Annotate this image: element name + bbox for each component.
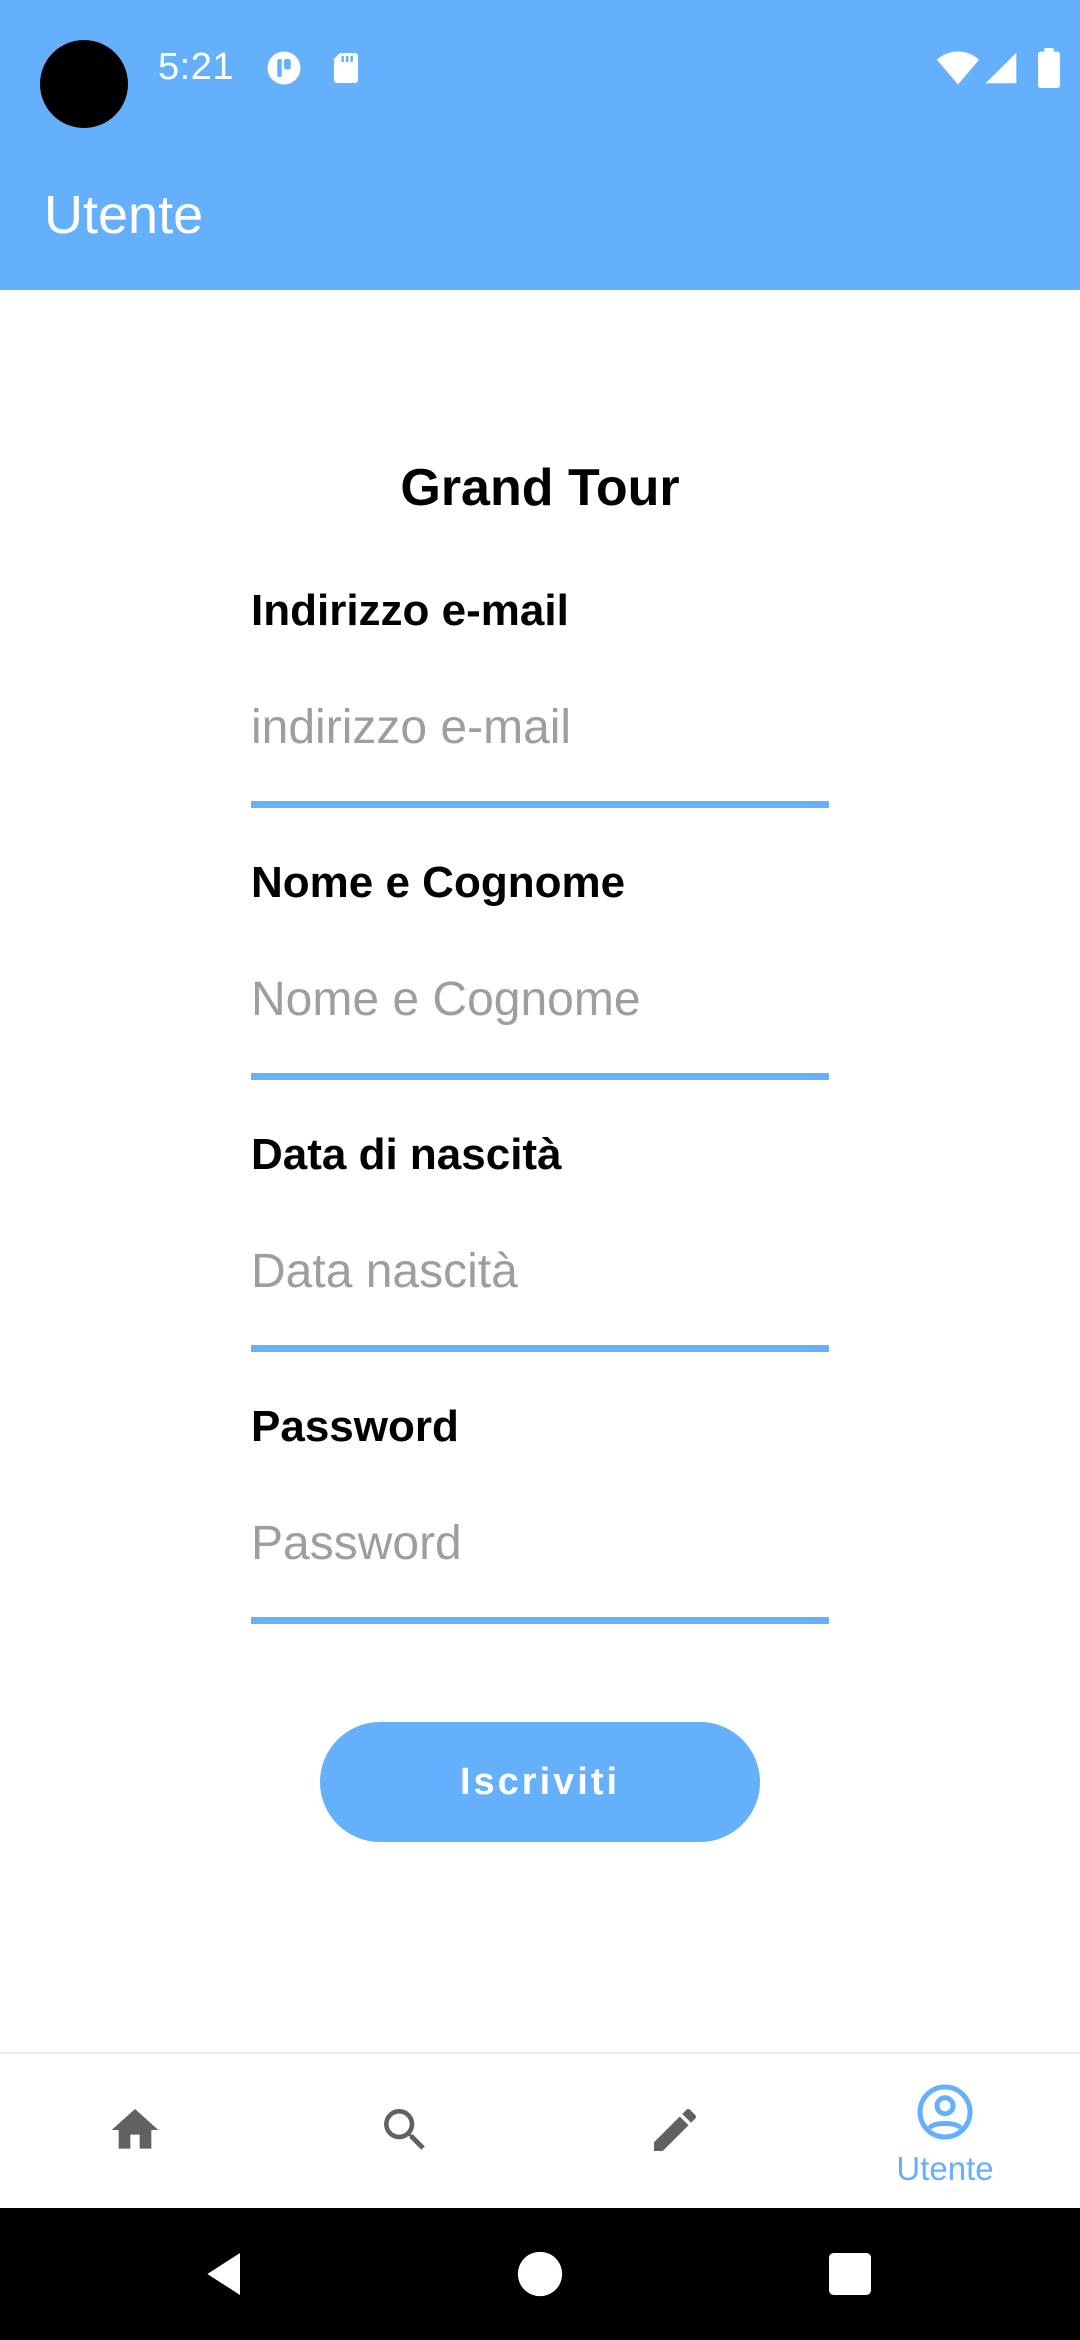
full-name-input[interactable] bbox=[251, 960, 829, 1038]
status-time: 5:21 bbox=[158, 46, 234, 88]
email-underline bbox=[251, 801, 829, 808]
bottom-navigation: Utente bbox=[0, 2052, 1080, 2208]
account-circle-icon bbox=[917, 2084, 973, 2140]
nav-user-label: Utente bbox=[896, 2150, 994, 2187]
search-icon bbox=[384, 2109, 425, 2150]
system-navigation-bar bbox=[0, 2208, 1080, 2340]
nav-edit[interactable] bbox=[540, 2054, 810, 2210]
birth-date-underline bbox=[251, 1345, 829, 1352]
nav-user[interactable]: Utente bbox=[810, 2054, 1080, 2210]
wifi-icon bbox=[936, 51, 980, 85]
signup-button[interactable]: Iscriviti bbox=[320, 1722, 760, 1842]
battery-icon bbox=[1038, 48, 1060, 88]
form-title: Grand Tour bbox=[400, 459, 680, 517]
camera-cutout bbox=[40, 40, 128, 128]
email-label: Indirizzo e-mail bbox=[251, 586, 569, 635]
recent-apps-icon[interactable] bbox=[822, 2246, 878, 2302]
status-bar: 5:21 bbox=[0, 0, 1080, 140]
password-label: Password bbox=[251, 1402, 459, 1451]
nav-search[interactable] bbox=[270, 2054, 540, 2210]
back-icon[interactable] bbox=[198, 2246, 254, 2302]
sd-card-icon bbox=[334, 53, 358, 83]
full-name-underline bbox=[251, 1073, 829, 1080]
nav-home[interactable] bbox=[0, 2054, 270, 2210]
app-bar-title: Utente bbox=[44, 185, 204, 245]
home-icon bbox=[111, 2109, 159, 2149]
app-header: 5:21 Utente bbox=[0, 0, 1080, 290]
birth-date-label: Data di nascità bbox=[251, 1130, 562, 1179]
signal-icon bbox=[985, 52, 1017, 84]
birth-date-input[interactable] bbox=[251, 1232, 829, 1310]
full-name-label: Nome e Cognome bbox=[251, 858, 626, 907]
notification-icon bbox=[267, 51, 301, 85]
password-input[interactable] bbox=[251, 1504, 829, 1582]
screen: 5:21 Utente Grand Tour Indirizzo e-mail … bbox=[0, 0, 1080, 2340]
email-input[interactable] bbox=[251, 688, 829, 766]
password-underline bbox=[251, 1617, 829, 1624]
home-circle-icon[interactable] bbox=[512, 2246, 568, 2302]
pencil-icon bbox=[654, 2108, 697, 2151]
